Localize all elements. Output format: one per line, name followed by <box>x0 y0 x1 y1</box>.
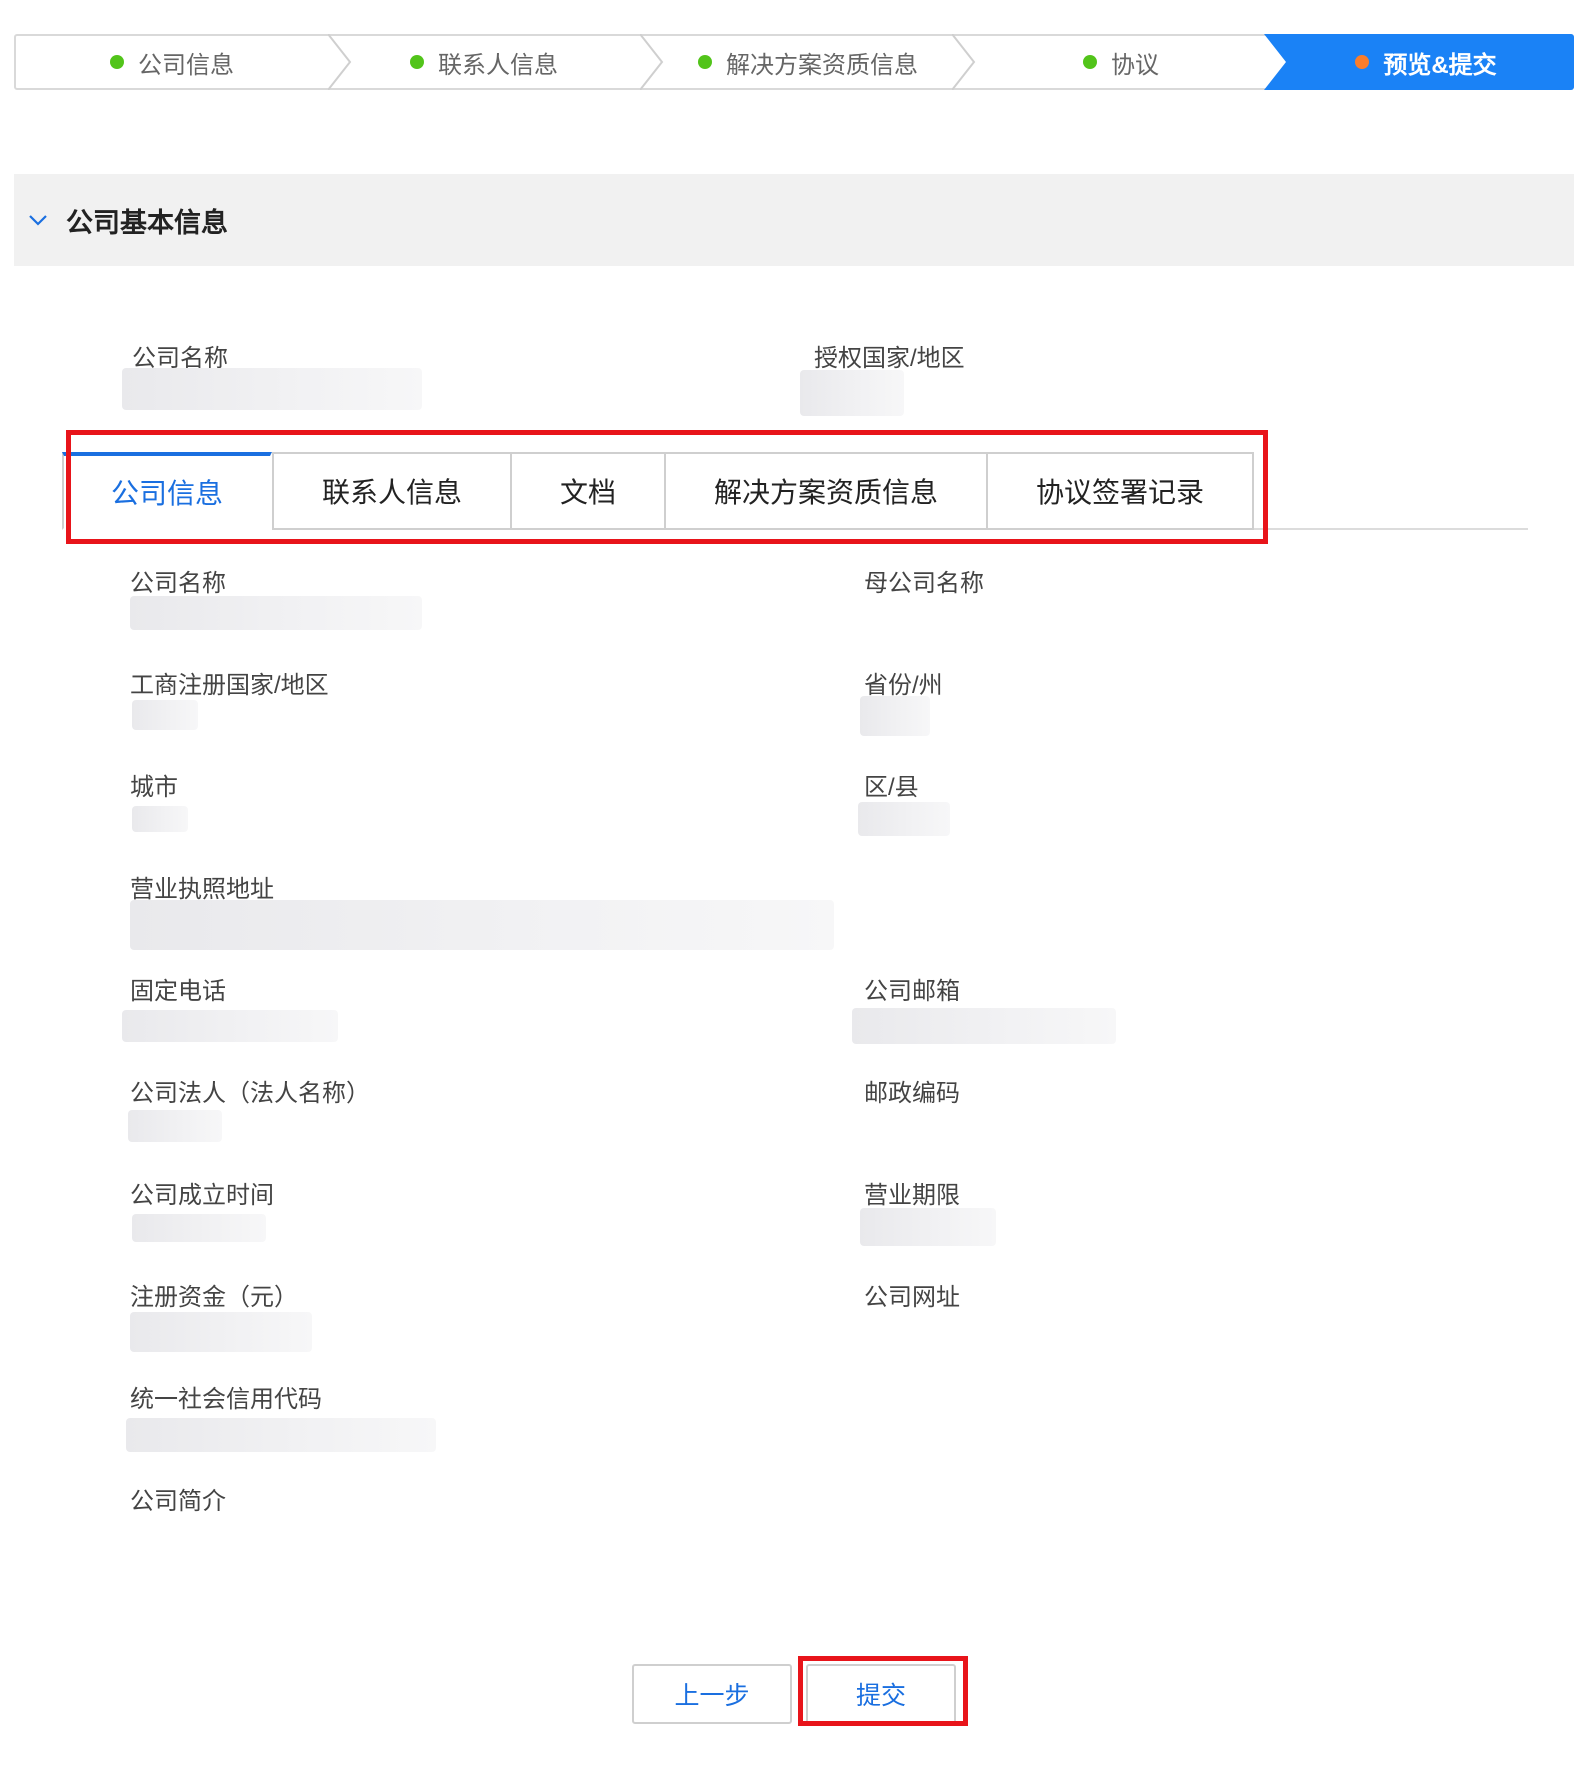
chevron-down-icon[interactable] <box>26 208 50 232</box>
email-value-redacted <box>852 1008 1116 1044</box>
license-address-value-redacted <box>130 900 834 950</box>
province-label: 省份/州 <box>864 672 943 699</box>
section-header-company-basic-info[interactable]: 公司基本信息 <box>14 174 1574 266</box>
prev-step-label: 上一步 <box>674 1682 750 1710</box>
reg-country-label: 工商注册国家/地区 <box>130 672 329 699</box>
step-contact-info[interactable]: 联系人信息 <box>328 36 640 88</box>
step-preview-submit[interactable]: 预览&提交 <box>1278 36 1574 88</box>
tab-label: 文档 <box>559 477 616 508</box>
step-solution-qualification[interactable]: 解决方案资质信息 <box>640 36 976 88</box>
postal-code-label: 邮政编码 <box>864 1080 960 1107</box>
business-term-value-redacted <box>860 1208 996 1246</box>
tab-label: 公司信息 <box>110 478 223 509</box>
step-label: 公司信息 <box>138 51 234 79</box>
reg-country-value-redacted <box>132 700 198 730</box>
founded-value-redacted <box>132 1214 266 1242</box>
phone-value-redacted <box>122 1010 338 1042</box>
submit-button[interactable]: 提交 <box>806 1664 956 1724</box>
legal-person-label: 公司法人（法人名称） <box>130 1080 370 1107</box>
district-value-redacted <box>858 802 950 836</box>
summary-region-value-redacted <box>800 370 904 416</box>
founded-label: 公司成立时间 <box>130 1182 274 1209</box>
step-label: 解决方案资质信息 <box>726 51 918 79</box>
company-name-value-redacted <box>130 596 422 630</box>
progress-stepper: 公司信息 联系人信息 解决方案资质信息 协议 预览&提交 <box>14 34 1574 90</box>
city-value-redacted <box>132 806 188 832</box>
tab-label: 联系人信息 <box>321 477 462 508</box>
company-name-label: 公司名称 <box>130 570 226 597</box>
section-title: 公司基本信息 <box>66 207 228 238</box>
tab-solution-qualification[interactable]: 解决方案资质信息 <box>664 452 988 530</box>
legal-person-value-redacted <box>128 1110 222 1142</box>
step-done-dot-icon <box>410 55 424 69</box>
reg-capital-label: 注册资金（元） <box>130 1284 298 1311</box>
website-label: 公司网址 <box>864 1284 960 1311</box>
parent-company-name-label: 母公司名称 <box>864 570 984 597</box>
step-done-dot-icon <box>698 55 712 69</box>
tab-agreement-records[interactable]: 协议签署记录 <box>986 452 1254 530</box>
reg-capital-value-redacted <box>130 1312 312 1352</box>
tab-company-info[interactable]: 公司信息 <box>62 452 272 530</box>
phone-label: 固定电话 <box>130 978 226 1005</box>
tab-contact-info[interactable]: 联系人信息 <box>272 452 512 530</box>
summary-region-label: 授权国家/地区 <box>814 345 965 372</box>
step-done-dot-icon <box>110 55 124 69</box>
step-agreement[interactable]: 协议 <box>976 36 1266 88</box>
step-label: 协议 <box>1111 51 1159 79</box>
tab-label: 协议签署记录 <box>1035 477 1204 508</box>
tab-documents[interactable]: 文档 <box>510 452 666 530</box>
district-label: 区/县 <box>864 774 919 801</box>
prev-step-button[interactable]: 上一步 <box>632 1664 792 1724</box>
step-current-dot-icon <box>1355 55 1370 69</box>
step-done-dot-icon <box>1083 55 1097 69</box>
intro-label: 公司简介 <box>130 1488 226 1515</box>
city-label: 城市 <box>130 774 178 801</box>
step-label: 预览&提交 <box>1383 51 1497 79</box>
credit-code-value-redacted <box>126 1418 436 1452</box>
summary-company-name-value-redacted <box>122 368 422 410</box>
credit-code-label: 统一社会信用代码 <box>130 1386 322 1413</box>
step-company-info[interactable]: 公司信息 <box>16 36 328 88</box>
tab-label: 解决方案资质信息 <box>713 477 938 508</box>
license-address-label: 营业执照地址 <box>130 876 274 903</box>
province-value-redacted <box>860 696 930 736</box>
business-term-label: 营业期限 <box>864 1182 960 1209</box>
email-label: 公司邮箱 <box>864 978 960 1005</box>
submit-label: 提交 <box>855 1682 906 1710</box>
step-label: 联系人信息 <box>438 51 558 79</box>
